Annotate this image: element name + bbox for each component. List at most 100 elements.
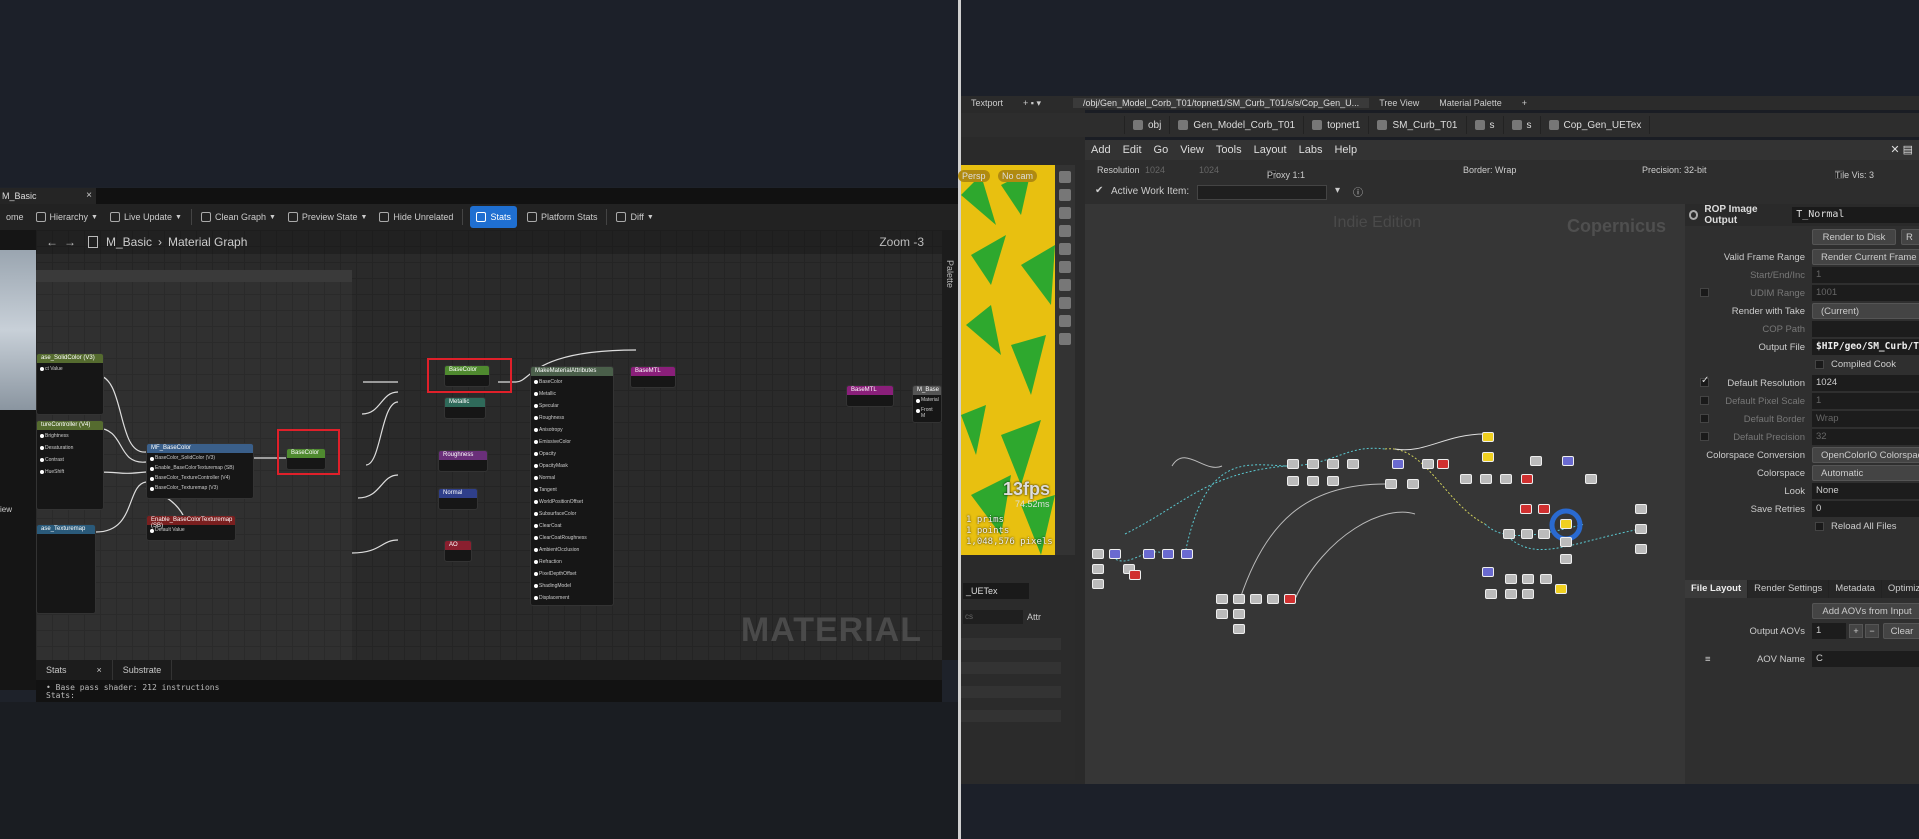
node-enable-texturemap[interactable]: Enable_BaseColorTexturemap (SB) Default V… xyxy=(146,515,236,541)
add-aov-button[interactable]: + xyxy=(1849,624,1863,638)
attribute-pin[interactable]: OpacityMask xyxy=(531,460,613,472)
tab-network-path[interactable]: /obj/Gen_Model_Corb_T01/topnet1/SM_Curb_… xyxy=(1073,98,1370,108)
cop-node[interactable] xyxy=(1585,474,1597,484)
cop-node[interactable] xyxy=(1522,589,1534,599)
clean-graph-button[interactable]: Clean Graph ▼ xyxy=(195,206,282,228)
camera-icon[interactable] xyxy=(1059,225,1071,237)
cop-node[interactable] xyxy=(1233,594,1245,604)
dropdown-icon[interactable]: ▾ xyxy=(1335,185,1340,196)
tab-tree-view[interactable]: Tree View xyxy=(1369,98,1429,108)
param-toggle-checkbox[interactable] xyxy=(1700,288,1709,297)
attribute-pin[interactable]: Refraction xyxy=(531,556,613,568)
cop-node[interactable] xyxy=(1505,574,1517,584)
output-aovs-field[interactable]: 1 xyxy=(1812,623,1846,639)
preview-viewport[interactable] xyxy=(0,250,36,410)
path-sm-curb[interactable]: SM_Curb_T01 xyxy=(1369,116,1467,134)
attribute-pin[interactable]: Anisotropy xyxy=(531,424,613,436)
active-work-item-field[interactable] xyxy=(1197,185,1327,200)
attribute-pin[interactable]: ShadingModel xyxy=(531,580,613,592)
attribute-pin[interactable]: SubsurfaceColor xyxy=(531,508,613,520)
cop-node[interactable] xyxy=(1505,589,1517,599)
menu-labs[interactable]: Labs xyxy=(1293,144,1329,156)
path-obj[interactable]: obj xyxy=(1125,116,1171,134)
node-mf-basecolor[interactable]: MF_BaseColor BaseColor_SolidColor (V3) E… xyxy=(146,443,254,499)
attribute-pin[interactable]: WorldPositionOffset xyxy=(531,496,613,508)
cop-node[interactable] xyxy=(1503,529,1515,539)
cop-node[interactable] xyxy=(1109,549,1121,559)
cop-node[interactable] xyxy=(1327,476,1339,486)
gear-icon[interactable] xyxy=(1689,210,1699,220)
home-button[interactable]: ome xyxy=(0,206,30,228)
cop-node[interactable] xyxy=(1635,504,1647,514)
param-menu[interactable]: Render Current Frame xyxy=(1812,249,1919,265)
cop-node[interactable] xyxy=(1635,524,1647,534)
display-icon[interactable] xyxy=(1059,279,1071,291)
material-graph-canvas[interactable]: ase_SolidColor (V3) ct Value tureControll… xyxy=(36,230,942,660)
cop-node[interactable] xyxy=(1307,476,1319,486)
cop-node[interactable] xyxy=(1521,529,1533,539)
cop-node[interactable] xyxy=(1233,624,1245,634)
cop-node[interactable] xyxy=(1092,549,1104,559)
node-basemtl-2[interactable]: BaseMTL xyxy=(846,385,894,407)
param-toggle-checkbox[interactable] xyxy=(1700,375,1709,387)
cop-node[interactable] xyxy=(1480,474,1492,484)
cop-node[interactable] xyxy=(1560,537,1572,547)
tab-render-settings[interactable]: Render Settings xyxy=(1748,580,1830,598)
param-toggle-checkbox[interactable] xyxy=(1700,414,1709,423)
pin-icon[interactable] xyxy=(1059,207,1071,219)
attribute-pin[interactable]: Metallic xyxy=(531,388,613,400)
attribute-pin[interactable]: EmissiveColor xyxy=(531,436,613,448)
forward-arrow-icon[interactable]: → xyxy=(64,235,76,249)
cop-node[interactable] xyxy=(1530,456,1542,466)
path-s-2[interactable]: s xyxy=(1504,116,1541,134)
tab-material-palette[interactable]: Material Palette xyxy=(1429,98,1512,108)
cop-node[interactable] xyxy=(1422,459,1434,469)
stats-button[interactable]: Stats xyxy=(470,206,517,228)
attribute-search[interactable]: cs xyxy=(963,610,1023,624)
attribute-pin[interactable]: PixelDepthOffset xyxy=(531,568,613,580)
select-tool-icon[interactable] xyxy=(1059,171,1071,183)
network-editor[interactable]: Indie Edition Copernicus xyxy=(1085,204,1685,784)
measure-icon[interactable] xyxy=(1059,315,1071,327)
param-field[interactable]: 1 xyxy=(1812,267,1919,283)
node-ao-param[interactable]: AO xyxy=(444,540,472,562)
param-field[interactable] xyxy=(1812,321,1919,337)
cop-node[interactable] xyxy=(1181,549,1193,559)
cop-node[interactable] xyxy=(1233,609,1245,619)
cop-node[interactable] xyxy=(1485,589,1497,599)
cop-node[interactable] xyxy=(1560,554,1572,564)
param-field[interactable]: 1024 xyxy=(1812,375,1919,391)
close-icon[interactable]: × xyxy=(97,665,102,675)
cop-node[interactable] xyxy=(1562,456,1574,466)
menu-edit[interactable]: Edit xyxy=(1117,144,1148,156)
cop-node[interactable] xyxy=(1385,479,1397,489)
cop-node[interactable] xyxy=(1287,476,1299,486)
info-icon[interactable]: ⓘ xyxy=(1353,184,1363,199)
live-update-button[interactable]: Live Update ▼ xyxy=(104,206,188,228)
cop-node[interactable] xyxy=(1482,432,1494,442)
cop-node[interactable] xyxy=(1347,459,1359,469)
node-path-field[interactable]: _UETex xyxy=(963,583,1029,599)
cop-node[interactable] xyxy=(1500,474,1512,484)
cop-node[interactable] xyxy=(1482,567,1494,577)
node-texcontroller[interactable]: tureController (V4) Brightness Desaturati… xyxy=(36,420,104,510)
param-field[interactable]: Wrap xyxy=(1812,411,1919,427)
param-toggle-checkbox[interactable] xyxy=(1700,432,1709,441)
hierarchy-button[interactable]: Hierarchy ▼ xyxy=(30,206,104,228)
cop-node[interactable] xyxy=(1460,474,1472,484)
cop-node[interactable] xyxy=(1520,504,1532,514)
cop-node[interactable] xyxy=(1307,459,1319,469)
param-field[interactable]: None xyxy=(1812,483,1919,499)
snap-icon[interactable] xyxy=(1059,261,1071,273)
cop-node[interactable] xyxy=(1287,459,1299,469)
node-metallic-param[interactable]: Metallic xyxy=(444,397,486,419)
wrench-icon[interactable]: ✕ ▤ xyxy=(1890,143,1913,156)
cop-node[interactable] xyxy=(1129,570,1141,580)
attribute-pin[interactable]: BaseColor xyxy=(531,376,613,388)
render-r-button[interactable]: R xyxy=(1901,229,1919,245)
tab-stats[interactable]: Stats × xyxy=(36,660,113,680)
breadcrumb-asset[interactable]: M_Basic xyxy=(106,235,152,249)
light-icon[interactable] xyxy=(1059,243,1071,255)
grid-icon[interactable] xyxy=(1059,297,1071,309)
tab-textport[interactable]: Textport xyxy=(961,98,1013,108)
